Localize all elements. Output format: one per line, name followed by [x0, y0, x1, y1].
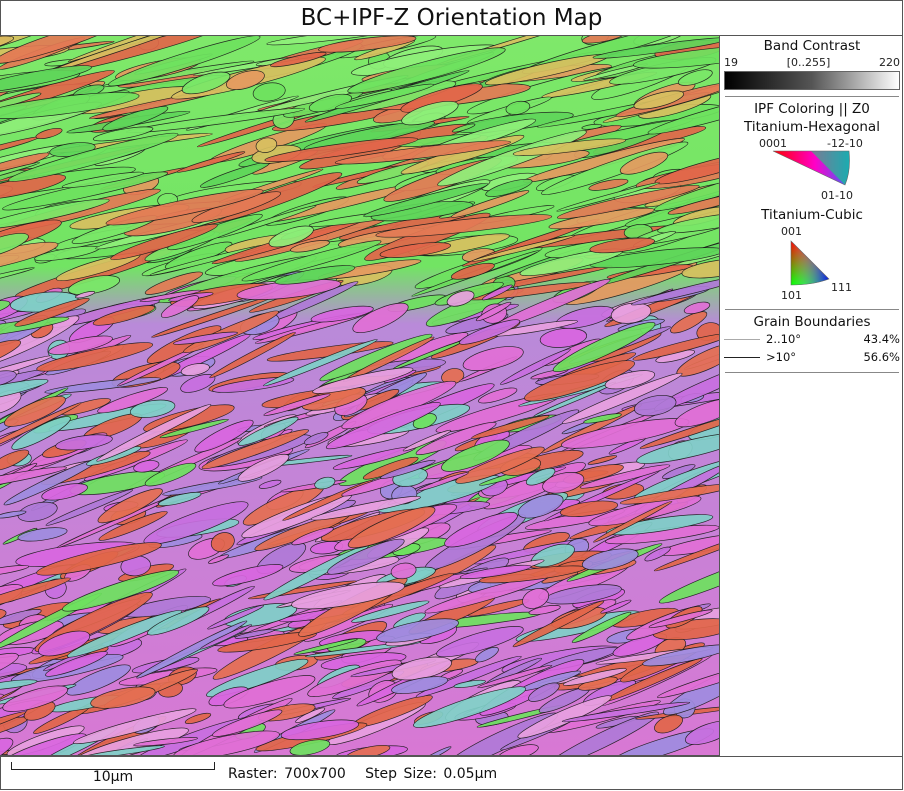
band-contrast-scale-labels: 19 [0..255] 220 [721, 56, 903, 69]
band-contrast-title: Band Contrast [763, 38, 861, 54]
gb-low-angle-swatch [724, 338, 760, 340]
gb-row-low-angle: 2..10° 43.4% [721, 330, 903, 348]
gb-high-angle-swatch [724, 356, 760, 358]
cubic-label-101: 101 [781, 289, 802, 302]
divider [725, 372, 899, 373]
cubic-label-001: 001 [781, 225, 802, 238]
gb-high-angle-value: 56.6% [863, 350, 900, 364]
cubic-title: Titanium-Cubic [761, 207, 863, 223]
gb-row-high-angle: >10° 56.6% [721, 348, 903, 366]
legend-panel: Band Contrast 19 [0..255] 220 IPF Colori… [721, 36, 903, 756]
band-contrast-range: [0..255] [786, 56, 831, 69]
divider [725, 309, 899, 310]
acquisition-info: Raster: 700x700 Step Size: 0.05µm [228, 766, 497, 782]
orientation-map [0, 36, 720, 756]
cubic-key-triangle [790, 240, 830, 286]
hex-label-01-10: 01-10 [821, 189, 853, 202]
cubic-key: 001 101 111 [721, 223, 903, 303]
footer-bar: 10µm Raster: 700x700 Step Size: 0.05µm [0, 756, 903, 790]
hexagonal-key-triangle [772, 150, 850, 186]
divider [725, 96, 899, 97]
hexagonal-key: 0001 -12-10 01-10 [721, 135, 903, 205]
gb-high-angle-label: >10° [766, 350, 797, 364]
ipf-map-image [0, 36, 719, 755]
band-contrast-gradient [724, 71, 900, 90]
cubic-label-111: 111 [831, 281, 852, 294]
hexagonal-title: Titanium-Hexagonal [744, 119, 880, 135]
grain-boundaries-title: Grain Boundaries [753, 314, 871, 330]
page-title: BC+IPF-Z Orientation Map [0, 0, 903, 36]
raster-info: Raster: 700x700 [228, 766, 346, 782]
scale-bar-label: 10µm [92, 769, 134, 785]
ipf-title: IPF Coloring || Z0 [754, 101, 870, 117]
band-contrast-min: 19 [724, 56, 738, 69]
gb-low-angle-label: 2..10° [766, 332, 802, 346]
gb-low-angle-value: 43.4% [863, 332, 900, 346]
band-contrast-max: 220 [878, 56, 900, 69]
step-size-info: Step Size: 0.05µm [365, 766, 498, 782]
